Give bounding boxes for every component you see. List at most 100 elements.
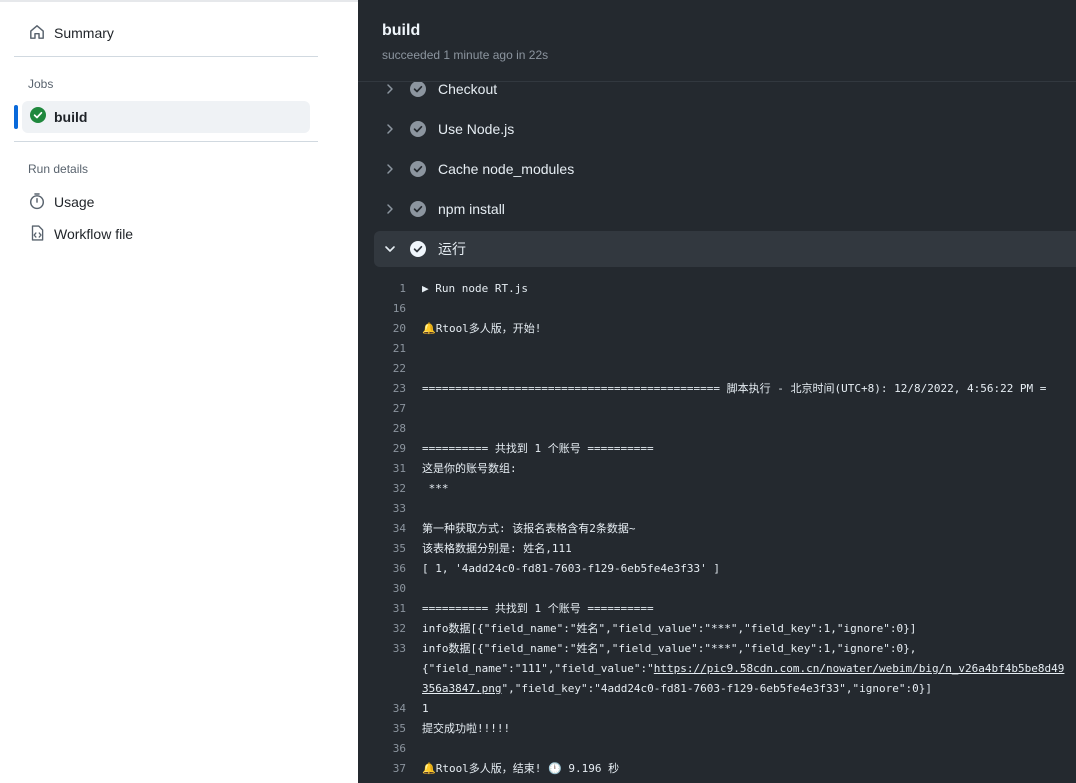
log-line: 37 🔔Rtool多人版，结束! 🕛 9.196 秒 <box>358 759 619 779</box>
sidebar-top-border <box>0 0 358 2</box>
log-line: 29 ========== 共找到 1 个账号 ========== <box>358 439 654 459</box>
log-line: 21 <box>358 339 422 359</box>
line-number: 36 <box>392 742 406 755</box>
sidebar-item-usage[interactable]: Usage <box>28 188 94 216</box>
home-icon <box>28 23 46 44</box>
log-line: 32 info数据[{"field_name":"姓名","field_value… <box>358 619 917 639</box>
log-text: [ 1, '4add24c0-fd81-7603-f129-6eb5fe4e3f… <box>422 562 721 575</box>
log-line: 34 1 <box>358 699 429 719</box>
log-text: 1 <box>422 702 429 715</box>
chevron-right-icon <box>382 161 398 177</box>
log-line: 31 ========== 共找到 1 个账号 ========== <box>358 599 654 619</box>
stopwatch-icon <box>28 192 46 213</box>
selected-indicator <box>14 105 18 129</box>
line-number: 37 <box>392 762 406 775</box>
log-text: ========== 共找到 1 个账号 ========== <box>422 442 654 455</box>
check-circle-icon <box>410 161 426 177</box>
chevron-right-icon <box>382 81 398 97</box>
line-number: 33 <box>392 642 406 655</box>
chevron-right-icon <box>382 121 398 137</box>
log-text: ========== 共找到 1 个账号 ========== <box>422 602 654 615</box>
sidebar-item-workflow-file[interactable]: Workflow file <box>28 220 133 248</box>
sidebar-item-build-job[interactable]: build <box>22 101 310 133</box>
sidebar-item-label: Workflow file <box>54 226 134 242</box>
run-details-heading: Run details <box>28 162 89 176</box>
log-line: 23 ======================================… <box>358 379 1047 399</box>
step-label: Use Node.js <box>438 121 515 137</box>
line-number: 21 <box>392 342 406 355</box>
check-circle-icon <box>410 121 426 137</box>
image-link[interactable]: 356a3847.png <box>422 679 501 699</box>
log-line: 31 这是你的账号数组: <box>358 459 517 479</box>
log-text: 该表格数据分别是: 姓名,111 <box>422 542 572 555</box>
line-number: 35 <box>392 542 406 555</box>
job-log-panel: build succeeded 1 minute ago in 22s Chec… <box>358 0 1076 783</box>
sidebar-item-summary[interactable]: Summary <box>28 19 114 47</box>
sidebar-divider <box>14 141 318 142</box>
log-line: {"field_name":"111","field_value":" https… <box>358 659 1064 679</box>
line-number: 32 <box>392 622 406 635</box>
log-line: 36 [ 1, '4add24c0-fd81-7603-f129-6eb5fe4e… <box>358 559 720 579</box>
sidebar: Summary Jobs build Run details Usage Wor… <box>0 0 358 783</box>
log-line: 16 <box>358 299 422 319</box>
line-number: 31 <box>392 602 406 615</box>
jobs-heading: Jobs <box>28 77 54 91</box>
step-run[interactable]: 运行 <box>374 231 1076 267</box>
step-cache-node-modules[interactable]: Cache node_modules <box>374 151 1076 187</box>
step-label: Cache node_modules <box>438 161 575 177</box>
sidebar-item-label: Summary <box>54 25 114 41</box>
log-text: 第一种获取方式: 该报名表格含有2条数据~ <box>422 522 636 535</box>
log-text: 🔔Rtool多人版，开始! <box>422 322 542 335</box>
line-number: 29 <box>392 442 406 455</box>
sidebar-divider <box>14 56 318 57</box>
log-line: 33 <box>358 499 422 519</box>
check-circle-icon <box>30 106 46 128</box>
line-number: 32 <box>392 482 406 495</box>
line-number: 22 <box>392 362 406 375</box>
log-line: 28 <box>358 419 422 439</box>
line-number <box>358 679 422 699</box>
step-use-node[interactable]: Use Node.js <box>374 111 1076 147</box>
log-text: ▶ Run node RT.js <box>422 282 528 295</box>
check-circle-icon <box>410 241 426 257</box>
log-text: 🔔Rtool多人版，结束! 🕛 9.196 秒 <box>422 762 620 775</box>
chevron-down-icon <box>382 241 398 257</box>
sidebar-item-label: Usage <box>54 194 95 210</box>
log-text: info数据[{"field_name":"姓名","field_value":… <box>422 642 917 655</box>
check-circle-icon <box>410 81 426 97</box>
log-line: 35 提交成功啦!!!!! <box>358 719 510 739</box>
log-line: 32 *** <box>358 479 449 499</box>
check-circle-icon <box>410 201 426 217</box>
job-title: build <box>382 22 421 39</box>
line-number: 34 <box>392 702 406 715</box>
log-line: 20 🔔Rtool多人版，开始! <box>358 319 542 339</box>
line-number: 16 <box>392 302 406 315</box>
line-number: 34 <box>392 522 406 535</box>
line-number: 20 <box>392 322 406 335</box>
line-number <box>358 659 422 679</box>
step-label: Checkout <box>438 81 498 97</box>
line-number: 31 <box>392 462 406 475</box>
line-number: 35 <box>392 722 406 735</box>
log-line: 34 第一种获取方式: 该报名表格含有2条数据~ <box>358 519 636 539</box>
line-number: 1 <box>399 282 406 295</box>
step-npm-install[interactable]: npm install <box>374 191 1076 227</box>
log-text: *** <box>422 482 449 495</box>
line-number: 23 <box>392 382 406 395</box>
log-line: 27 <box>358 399 422 419</box>
log-line[interactable]: 1 ▶ Run node RT.js <box>358 279 528 299</box>
log-line: 35 该表格数据分别是: 姓名,111 <box>358 539 572 559</box>
line-number: 30 <box>392 582 406 595</box>
log-text: {"field_name":"111","field_value":" <box>422 662 654 675</box>
file-code-icon <box>28 224 46 245</box>
line-number: 28 <box>392 422 406 435</box>
step-label: 运行 <box>438 241 466 257</box>
image-link[interactable]: https://pic9.58cdn.com.cn/nowater/webim/… <box>654 659 1065 679</box>
log-text: ========================================… <box>422 382 1047 395</box>
line-number: 36 <box>392 562 406 575</box>
job-header: build succeeded 1 minute ago in 22s <box>358 0 1076 82</box>
log-text: info数据[{"field_name":"姓名","field_value":… <box>422 622 917 635</box>
log-line: 33 info数据[{"field_name":"姓名","field_value… <box>358 639 917 659</box>
step-label: npm install <box>438 201 505 217</box>
line-number: 27 <box>392 402 406 415</box>
